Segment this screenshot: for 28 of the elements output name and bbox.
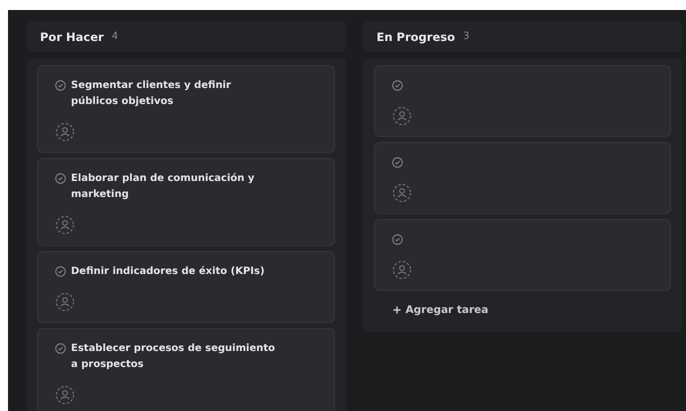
assignee-icon[interactable]	[55, 122, 75, 142]
check-circle-icon[interactable]	[55, 343, 66, 354]
task-card[interactable]: Elaborar plan de comunicación y marketing	[37, 158, 334, 246]
task-title: Segmentar clientes y definir públicos objetivos	[71, 79, 232, 109]
task-title: Elaborar plan de comunicación y marketing	[71, 172, 256, 202]
column-title: Por Hacer	[40, 30, 104, 44]
task-title: Establecer procesos de seguimiento a prospectos	[71, 342, 276, 372]
check-circle-icon[interactable]	[392, 157, 402, 168]
assignee-icon[interactable]	[55, 385, 75, 405]
assignee-icon[interactable]	[392, 260, 412, 280]
task-card[interactable]: Segmentar clientes y definir públicos objetivos	[37, 65, 334, 153]
assignee-icon[interactable]	[55, 215, 75, 235]
plus-icon	[392, 306, 400, 314]
task-card[interactable]: Establecer procesos de seguimiento a prospectos	[37, 328, 334, 411]
task-count: 4	[112, 31, 118, 42]
column-title: En Progreso	[376, 30, 455, 44]
check-circle-icon[interactable]	[55, 266, 66, 277]
task-card[interactable]: Definir indicadores de éxito (KPIs)	[37, 251, 334, 323]
assignee-icon[interactable]	[392, 183, 412, 203]
task-title: Definir indicadores de éxito (KPIs)	[71, 265, 265, 279]
check-circle-icon[interactable]	[392, 80, 402, 91]
add-task-button[interactable]: Agregar tarea	[374, 296, 508, 322]
task-count: 3	[463, 31, 470, 42]
check-circle-icon[interactable]	[392, 234, 402, 245]
assignee-icon[interactable]	[55, 292, 75, 312]
assignee-icon[interactable]	[392, 106, 412, 126]
check-circle-icon[interactable]	[55, 173, 66, 184]
check-circle-icon[interactable]	[55, 80, 66, 91]
